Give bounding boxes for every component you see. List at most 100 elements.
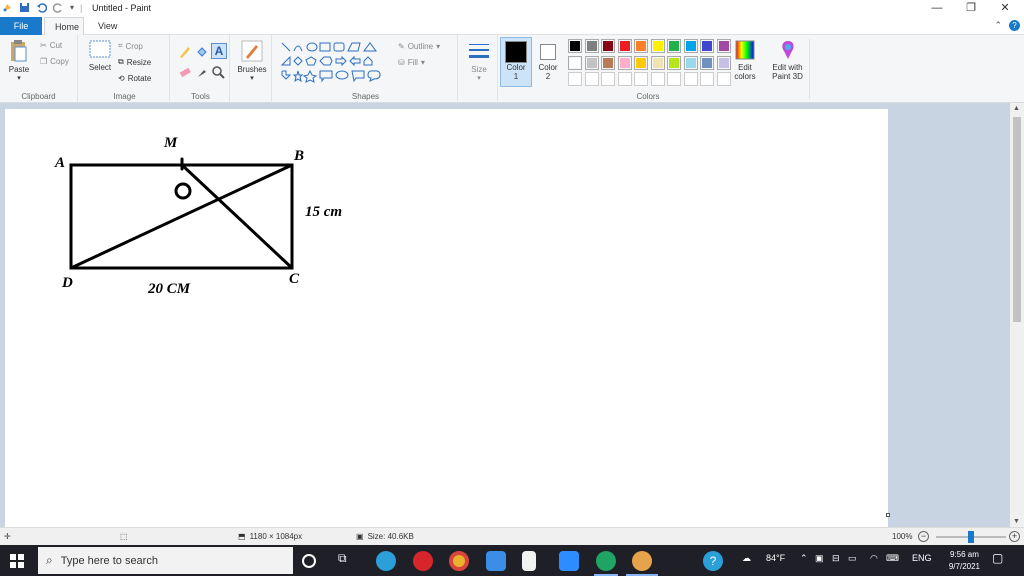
palette-swatch[interactable] <box>601 55 615 70</box>
palette-swatch[interactable] <box>584 39 599 53</box>
palette-empty-swatch[interactable] <box>667 72 681 86</box>
zoom-slider-thumb[interactable] <box>968 531 974 543</box>
edge-icon[interactable] <box>376 551 396 571</box>
cortana-icon[interactable] <box>302 554 316 568</box>
colors-group: Colors <box>564 35 732 103</box>
color1-button[interactable]: Color 1 <box>500 37 532 87</box>
pencil-icon[interactable] <box>178 45 192 59</box>
minimize-button[interactable]: — <box>920 0 954 17</box>
palette-swatch[interactable] <box>617 39 632 53</box>
palette-swatch[interactable] <box>634 39 648 53</box>
edit-colors-button[interactable]: Edit colors <box>730 39 760 81</box>
palette-swatch[interactable] <box>700 39 714 53</box>
scroll-up-icon[interactable]: ▲ <box>1013 105 1020 112</box>
scroll-down-icon[interactable]: ▼ <box>1013 518 1020 525</box>
copy-button[interactable]: ❐ Copy <box>40 57 69 66</box>
palette-empty-swatch[interactable] <box>617 72 632 86</box>
outline-button[interactable]: ✎ Outline ▾ <box>398 42 440 51</box>
scrollbar-thumb[interactable] <box>1013 117 1021 322</box>
cut-button[interactable]: ✂ Cut <box>40 41 62 50</box>
palette-swatch[interactable] <box>634 55 648 70</box>
keyboard-icon[interactable]: ⌨ <box>886 553 899 564</box>
magnifier-icon[interactable] <box>211 65 225 79</box>
select-button[interactable]: Select <box>86 39 114 72</box>
tab-view[interactable]: View <box>88 17 127 35</box>
palette-empty-swatch[interactable] <box>716 72 731 86</box>
weather-icon[interactable]: ☁ <box>742 553 751 564</box>
palette-swatch[interactable] <box>667 39 681 53</box>
explorer-icon[interactable] <box>486 551 506 571</box>
tray-overflow-icon[interactable]: ⌃ <box>800 553 808 564</box>
paint-taskbar-icon[interactable] <box>632 551 652 571</box>
tab-home[interactable]: Home <box>44 17 84 35</box>
wifi-icon[interactable]: ◠ <box>870 553 878 564</box>
palette-swatch[interactable] <box>683 55 698 70</box>
text-tool-icon[interactable]: A <box>211 43 227 59</box>
help-app-icon[interactable]: ? <box>703 551 723 571</box>
help-icon[interactable]: ? <box>1009 20 1020 31</box>
system-clock[interactable]: 9:56 am 9/7/2021 <box>949 549 980 573</box>
close-button[interactable]: ✕ <box>988 0 1022 17</box>
palette-swatch[interactable] <box>650 55 665 70</box>
palette-swatch[interactable] <box>700 55 714 70</box>
chrome-active-icon[interactable] <box>596 551 616 571</box>
scissors-icon: ✂ <box>40 41 47 50</box>
palette-swatch[interactable] <box>716 55 731 70</box>
language-indicator[interactable]: ENG <box>912 553 932 563</box>
palette-empty-swatch[interactable] <box>584 72 599 86</box>
palette-swatch[interactable] <box>650 39 665 53</box>
palette-swatch[interactable] <box>568 55 582 70</box>
palette-empty-swatch[interactable] <box>700 72 714 86</box>
shapes-gallery-icon[interactable] <box>280 41 388 83</box>
zoom-in-button[interactable]: + <box>1009 531 1020 542</box>
fill-bucket-icon[interactable] <box>195 45 209 59</box>
palette-swatch[interactable] <box>716 39 731 53</box>
palette-swatch[interactable] <box>584 55 599 70</box>
palette-swatch[interactable] <box>683 39 698 53</box>
zoom-slider[interactable] <box>936 531 1006 543</box>
undo-icon[interactable] <box>36 2 47 13</box>
windows-start-icon[interactable] <box>10 554 24 568</box>
drawing-canvas[interactable]: A M B D C 15 cm 20 CM <box>5 109 890 527</box>
collapse-ribbon-icon[interactable]: ⌃ <box>994 20 1002 31</box>
canvas-resize-handle[interactable] <box>886 513 890 517</box>
palette-empty-swatch[interactable] <box>568 72 582 86</box>
chrome-icon[interactable] <box>449 551 469 571</box>
fill-button[interactable]: ⛁ Fill ▾ <box>398 58 425 67</box>
tab-file[interactable]: File <box>0 17 42 35</box>
zoom-out-button[interactable]: − <box>918 531 929 542</box>
maximize-button[interactable]: ❐ <box>954 0 988 17</box>
palette-swatch[interactable] <box>601 39 615 53</box>
save-icon[interactable] <box>19 2 30 13</box>
opera-icon[interactable] <box>413 551 433 571</box>
palette-swatch[interactable] <box>617 55 632 70</box>
size-button[interactable]: Size ▾ <box>464 39 494 82</box>
palette-empty-swatch[interactable] <box>650 72 665 86</box>
brushes-button[interactable]: Brushes ▾ <box>236 39 268 82</box>
taskbar-search[interactable]: ⌕ Type here to search <box>38 547 293 574</box>
color-picker-icon[interactable] <box>195 65 209 79</box>
palette-empty-swatch[interactable] <box>601 72 615 86</box>
battery-icon[interactable]: ▭ <box>848 553 857 564</box>
zoom-app-icon[interactable] <box>559 551 579 571</box>
crop-button[interactable]: ⌗ Crop <box>118 41 143 51</box>
rotate-button[interactable]: ⟲ Rotate <box>118 74 151 83</box>
file-icon[interactable] <box>522 551 536 571</box>
palette-empty-swatch[interactable] <box>634 72 648 86</box>
palette-swatch[interactable] <box>667 55 681 70</box>
tray-app1-icon[interactable]: ▣ <box>815 553 824 564</box>
eraser-icon[interactable] <box>178 65 192 79</box>
notifications-icon[interactable]: ▢ <box>992 551 1003 565</box>
customize-qa-icon[interactable]: ▾ <box>70 3 74 12</box>
task-view-icon[interactable]: ⧉ <box>338 551 358 571</box>
paste-button[interactable]: Paste ▾ <box>6 39 32 82</box>
resize-button[interactable]: ⧉ Resize <box>118 57 151 67</box>
edit-with-paint3d-button[interactable]: Edit with Paint 3D <box>766 39 810 99</box>
palette-swatch[interactable] <box>568 39 582 53</box>
vertical-scrollbar[interactable]: ▲ ▼ <box>1010 103 1024 527</box>
color2-button[interactable]: Color 2 <box>534 37 562 87</box>
redo-icon[interactable] <box>53 2 64 13</box>
palette-empty-swatch[interactable] <box>683 72 698 86</box>
tray-app2-icon[interactable]: ⊟ <box>832 553 840 564</box>
weather-text[interactable]: 84°F <box>766 553 785 563</box>
